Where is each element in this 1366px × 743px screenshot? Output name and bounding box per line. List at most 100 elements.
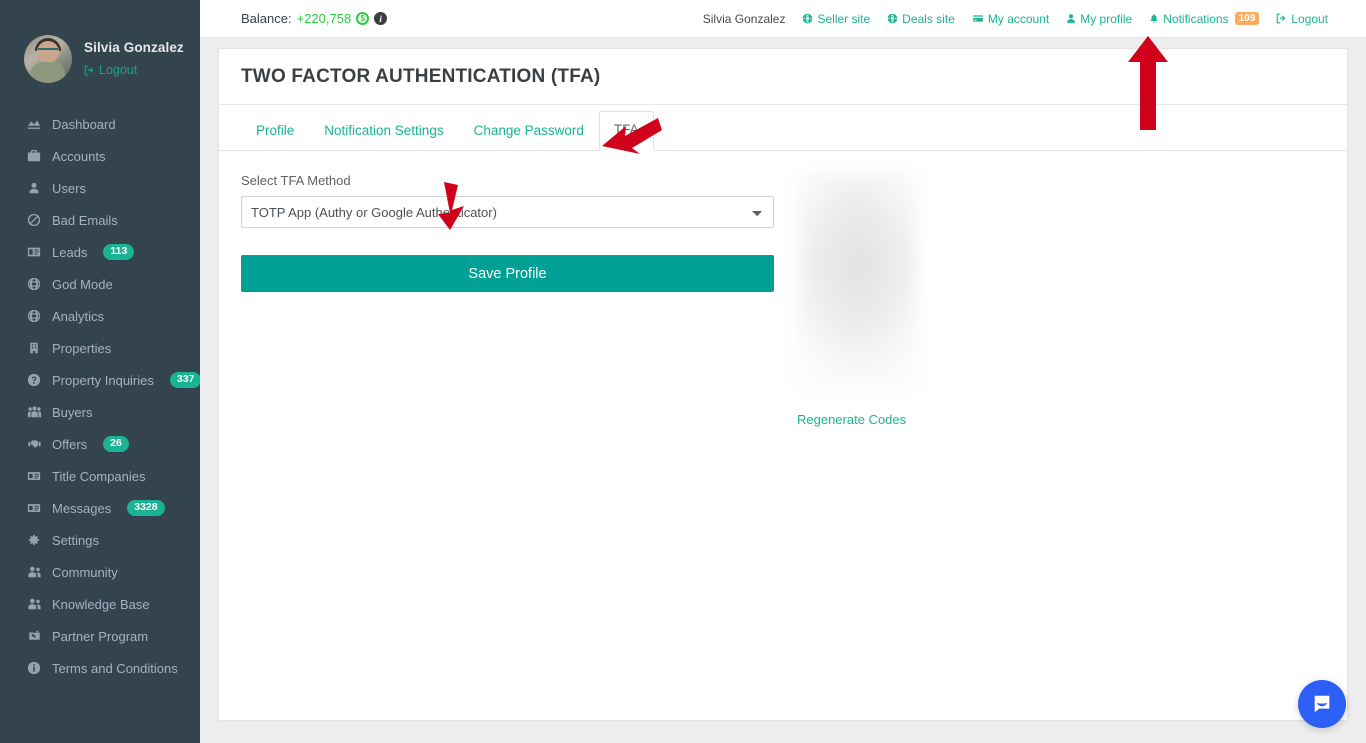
sidebar-logout-label: Logout: [99, 62, 138, 77]
save-profile-button[interactable]: Save Profile: [241, 255, 774, 292]
building-icon: [26, 340, 42, 356]
tfa-card: TWO FACTOR AUTHENTICATION (TFA) Profile …: [218, 48, 1348, 721]
sidebar-profile-info: Silvia Gonzalez Logout: [84, 39, 184, 78]
sidebar-item-god-mode[interactable]: God Mode: [0, 268, 200, 300]
question-circle-icon: [26, 372, 42, 388]
topnav-link-label: Logout: [1291, 11, 1328, 26]
globe-icon: [26, 308, 42, 324]
sidebar-item-offers[interactable]: Offers 26: [0, 428, 200, 460]
sign-out-icon: [1276, 13, 1287, 24]
topnav-link-logout[interactable]: Logout: [1276, 12, 1328, 26]
intercom-chat-launcher[interactable]: [1298, 680, 1346, 728]
avatar-face: [37, 41, 59, 63]
tab-change-password[interactable]: Change Password: [459, 123, 599, 152]
tab-bar: Profile Notification Settings Change Pas…: [219, 105, 1347, 151]
sidebar-nav-list: Dashboard Accounts Users Bad Emails Lead: [0, 108, 200, 684]
balance-amount: +220,758: [296, 11, 352, 26]
avatar[interactable]: [24, 35, 72, 83]
sidebar-item-label: Terms and Conditions: [52, 660, 178, 676]
chart-area-icon: [26, 116, 42, 132]
sidebar-item-accounts[interactable]: Accounts: [0, 140, 200, 172]
topnav-link-label: Deals site: [902, 11, 955, 26]
users-group-icon: [26, 404, 42, 420]
address-card-icon: [26, 500, 42, 516]
top-nav-links: Silvia Gonzalez Seller site Deals site M…: [703, 12, 1328, 26]
sidebar-profile-block: Silvia Gonzalez Logout: [0, 0, 200, 96]
handshake-icon: [26, 436, 42, 452]
card-header: TWO FACTOR AUTHENTICATION (TFA): [219, 49, 1347, 105]
sidebar-item-title-companies[interactable]: Title Companies: [0, 460, 200, 492]
tab-tfa[interactable]: TFA: [598, 110, 654, 151]
sidebar-profile-name: Silvia Gonzalez: [84, 40, 184, 56]
sidebar-item-analytics[interactable]: Analytics: [0, 300, 200, 332]
ban-icon: [26, 212, 42, 228]
sidebar-item-users[interactable]: Users: [0, 172, 200, 204]
sidebar-item-bad-emails[interactable]: Bad Emails: [0, 204, 200, 236]
sidebar-item-label: Knowledge Base: [52, 596, 150, 612]
id-card-icon: [26, 244, 42, 260]
user-friends-icon: [26, 596, 42, 612]
topnav-link-my-profile[interactable]: My profile: [1066, 12, 1132, 26]
topnav-link-deals-site[interactable]: Deals site: [887, 12, 955, 26]
gear-icon: [26, 532, 42, 548]
globe-icon: [802, 13, 813, 24]
avatar-body: [31, 62, 65, 83]
topnav-link-seller-site[interactable]: Seller site: [802, 12, 870, 26]
address-card-icon: [26, 468, 42, 484]
handshake-alt-icon: [26, 628, 42, 644]
page-title: TWO FACTOR AUTHENTICATION (TFA): [241, 65, 601, 87]
sidebar-item-property-inquiries[interactable]: Property Inquiries 337: [0, 364, 200, 396]
sidebar-item-label: Properties: [52, 340, 112, 356]
sidebar-item-label: Settings: [52, 532, 99, 548]
regenerate-codes-link[interactable]: Regenerate Codes: [797, 412, 906, 427]
sidebar: Silvia Gonzalez Logout Dashboard Account…: [0, 0, 200, 743]
avatar-glasses: [38, 48, 58, 52]
user-friends-icon: [26, 564, 42, 580]
tfa-qr-code-blurred: [797, 173, 919, 391]
topnav-user-name: Silvia Gonzalez: [702, 11, 786, 26]
user-icon: [26, 180, 42, 196]
sidebar-item-label: Leads: [52, 244, 88, 260]
topnav-link-label: My account: [987, 11, 1050, 26]
sidebar-item-badge: 26: [103, 436, 129, 452]
sidebar-item-properties[interactable]: Properties: [0, 332, 200, 364]
sidebar-item-leads[interactable]: Leads 113: [0, 236, 200, 268]
sidebar-item-badge: 3328: [127, 500, 165, 516]
sidebar-item-badge: 113: [103, 244, 135, 260]
sidebar-item-label: Partner Program: [52, 628, 149, 644]
globe-icon: [26, 276, 42, 292]
sidebar-item-partner-program[interactable]: Partner Program: [0, 620, 200, 652]
sidebar-item-label: Users: [52, 180, 86, 196]
sidebar-item-terms-and-conditions[interactable]: Terms and Conditions: [0, 652, 200, 684]
sidebar-item-label: Analytics: [52, 308, 105, 324]
sidebar-item-label: Title Companies: [52, 468, 146, 484]
tab-notification-settings[interactable]: Notification Settings: [309, 123, 458, 152]
tab-profile[interactable]: Profile: [241, 123, 309, 152]
sidebar-item-label: Property Inquiries: [52, 372, 154, 388]
tfa-panel: Select TFA Method TOTP App (Authy or Goo…: [219, 151, 1347, 427]
sidebar-item-knowledge-base[interactable]: Knowledge Base: [0, 588, 200, 620]
info-icon[interactable]: i: [374, 12, 388, 25]
sidebar-item-label: Accounts: [52, 148, 106, 164]
sidebar-item-badge: 337: [169, 372, 200, 388]
sidebar-item-label: God Mode: [52, 276, 113, 292]
sidebar-item-community[interactable]: Community: [0, 556, 200, 588]
topnav-link-my-account[interactable]: My account: [972, 12, 1049, 26]
sidebar-item-buyers[interactable]: Buyers: [0, 396, 200, 428]
user-icon: [1066, 13, 1076, 24]
topnav-link-label: My profile: [1080, 11, 1133, 26]
coin-icon: $: [356, 12, 370, 25]
sidebar-item-label: Messages: [52, 500, 112, 516]
topnav-link-notifications[interactable]: Notifications 109: [1149, 11, 1260, 26]
credit-card-icon: [972, 13, 984, 24]
sidebar-item-messages[interactable]: Messages 3328: [0, 492, 200, 524]
sidebar-item-label: Dashboard: [52, 116, 116, 132]
content-area: TWO FACTOR AUTHENTICATION (TFA) Profile …: [200, 38, 1366, 743]
tfa-method-select[interactable]: TOTP App (Authy or Google Authenticator): [241, 196, 774, 228]
balance-label: Balance:: [241, 11, 292, 26]
topnav-link-label: Notifications: [1163, 11, 1229, 26]
sidebar-item-settings[interactable]: Settings: [0, 524, 200, 556]
sidebar-logout-link[interactable]: Logout: [84, 62, 184, 79]
briefcase-icon: [26, 148, 42, 164]
sidebar-item-dashboard[interactable]: Dashboard: [0, 108, 200, 140]
